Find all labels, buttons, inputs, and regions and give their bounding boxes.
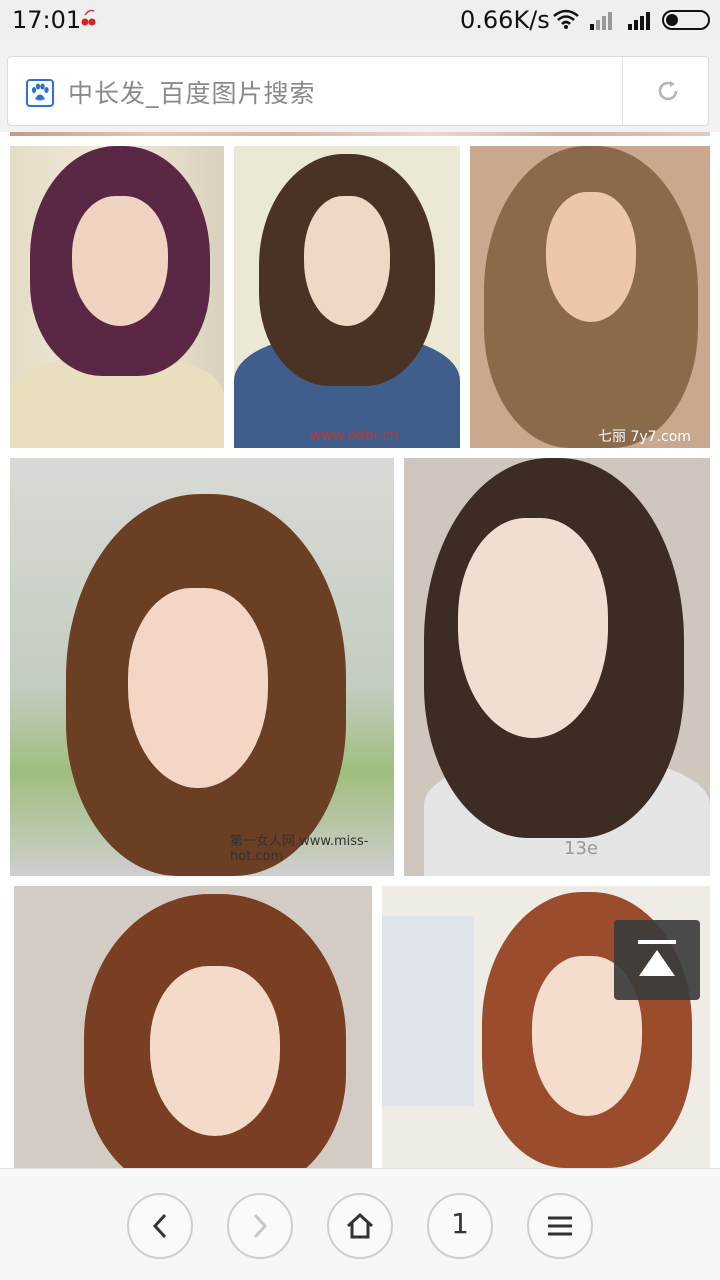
image-result[interactable] bbox=[14, 886, 372, 1168]
status-bar: 17:01 0.66K/s bbox=[0, 0, 720, 40]
status-time: 17:01 bbox=[12, 6, 82, 34]
scroll-to-top-icon bbox=[638, 940, 676, 944]
bottom-navigation: 1 bbox=[0, 1168, 720, 1280]
refresh-icon[interactable] bbox=[656, 79, 680, 103]
image-watermark: 七丽 7y7.com bbox=[598, 429, 691, 445]
menu-icon bbox=[548, 1216, 572, 1236]
tabs-button[interactable]: 1 bbox=[427, 1193, 493, 1259]
image-result[interactable]: www.babi.cn bbox=[234, 146, 460, 448]
cherry-icon bbox=[81, 9, 96, 26]
forward-button[interactable] bbox=[227, 1193, 293, 1259]
wifi-icon bbox=[553, 9, 579, 29]
image-result[interactable] bbox=[10, 146, 224, 448]
battery-icon bbox=[662, 10, 710, 30]
home-icon bbox=[346, 1212, 374, 1239]
image-watermark: 第一女人网 www.miss-hot.com bbox=[230, 834, 369, 864]
menu-button[interactable] bbox=[527, 1193, 593, 1259]
signal-icon bbox=[590, 12, 612, 30]
tab-count: 1 bbox=[451, 1207, 469, 1240]
baidu-paw-icon bbox=[26, 79, 54, 107]
scroll-to-top-button[interactable] bbox=[614, 920, 700, 1000]
network-speed: 0.66K/s bbox=[460, 6, 550, 34]
image-watermark: www.babi.cn bbox=[310, 428, 399, 444]
image-result[interactable]: 第一女人网 www.miss-hot.com bbox=[10, 458, 394, 876]
divider bbox=[622, 57, 623, 125]
image-result[interactable]: 13e bbox=[404, 458, 710, 876]
page-title: 中长发_百度图片搜索 bbox=[68, 79, 316, 108]
image-watermark: 13e bbox=[564, 838, 598, 859]
back-arrow-icon bbox=[152, 1213, 167, 1239]
image-result[interactable]: 七丽 7y7.com bbox=[470, 146, 710, 448]
browser-toolbar: 中长发_百度图片搜索 bbox=[0, 40, 720, 132]
previous-row-edge bbox=[10, 132, 710, 136]
forward-arrow-icon bbox=[253, 1213, 268, 1239]
image-results: www.babi.cn 七丽 7y7.com 第一女人网 www.miss-ho… bbox=[0, 132, 720, 1168]
address-bar[interactable]: 中长发_百度图片搜索 bbox=[7, 56, 709, 126]
back-button[interactable] bbox=[127, 1193, 193, 1259]
signal-icon bbox=[628, 12, 650, 30]
home-button[interactable] bbox=[327, 1193, 393, 1259]
